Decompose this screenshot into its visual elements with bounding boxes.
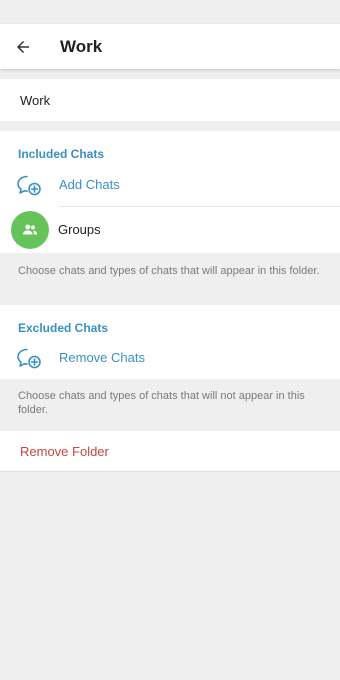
add-chats-button[interactable]: Add Chats xyxy=(0,170,340,200)
included-chat-groups[interactable]: Groups xyxy=(0,208,340,250)
remove-chats-button[interactable]: Remove Chats xyxy=(0,343,340,373)
included-chats-section: Included Chats Add Chats Groups xyxy=(0,131,340,253)
status-bar xyxy=(0,0,340,24)
excluded-hint: Choose chats and types of chats that wil… xyxy=(18,390,305,416)
people-icon xyxy=(22,224,38,235)
arrow-left-icon xyxy=(17,40,29,53)
folder-name-card xyxy=(0,79,340,121)
chat-add-icon xyxy=(17,348,41,369)
remove-folder-label: Remove Folder xyxy=(20,444,109,459)
groups-label: Groups xyxy=(58,222,101,237)
groups-avatar xyxy=(11,211,49,249)
remove-folder-button[interactable]: Remove Folder xyxy=(0,431,340,472)
divider xyxy=(59,206,340,207)
toolbar: Work xyxy=(0,24,340,69)
folder-name-input[interactable] xyxy=(20,79,320,121)
excluded-chats-section: Excluded Chats Remove Chats xyxy=(0,305,340,379)
excluded-chats-header: Excluded Chats xyxy=(18,321,109,335)
add-chats-label: Add Chats xyxy=(59,177,120,192)
chat-add-icon xyxy=(17,175,41,196)
back-button[interactable] xyxy=(0,24,46,69)
included-hint: Choose chats and types of chats that wil… xyxy=(18,265,320,277)
remove-chats-label: Remove Chats xyxy=(59,350,145,365)
included-chats-header: Included Chats xyxy=(18,147,105,161)
page-title: Work xyxy=(60,36,103,56)
